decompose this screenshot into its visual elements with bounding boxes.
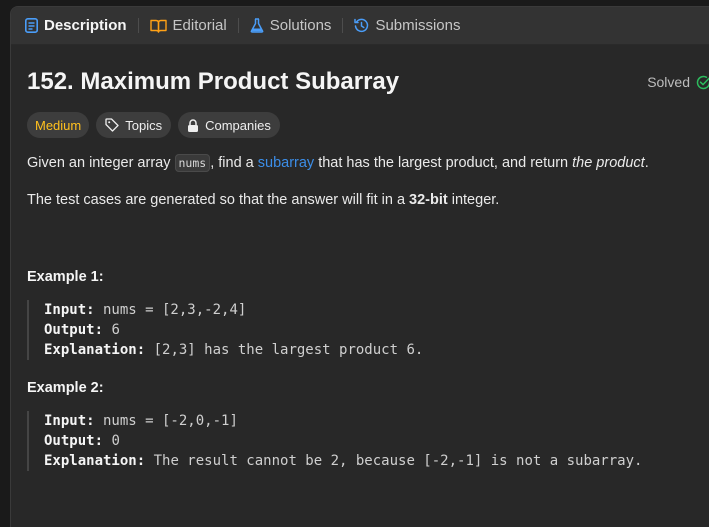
explanation-label: Explanation: — [44, 342, 146, 358]
title-row: 152. Maximum Product Subarray Solved — [27, 60, 709, 104]
input-label: Input: — [44, 413, 95, 429]
tab-divider — [237, 18, 239, 33]
companies-button[interactable]: Companies — [178, 112, 280, 138]
tab-description[interactable]: Description — [23, 7, 129, 44]
example-1-title: Example 1: — [27, 269, 104, 285]
difficulty-badge: Medium — [27, 112, 90, 138]
companies-label: Companies — [205, 117, 271, 133]
inline-code-nums: nums — [174, 154, 211, 172]
output-label: Output: — [44, 433, 104, 449]
input-value: nums = [2,3,-2,4] — [94, 302, 247, 318]
explanation-value: [2,3] has the largest product 6. — [145, 342, 424, 358]
tab-label: Solutions — [269, 17, 332, 34]
solved-label: Solved — [647, 74, 690, 90]
output-value: 6 — [103, 322, 120, 338]
tab-label: Editorial — [172, 17, 227, 34]
solved-status: Solved — [647, 74, 709, 90]
desc-text: , find a — [210, 155, 258, 171]
desc-text: integer. — [447, 192, 500, 208]
example-output: Output: 6 — [44, 320, 709, 340]
example-explanation: Explanation: [2,3] has the largest produ… — [44, 340, 709, 360]
example-1-block: Input: nums = [2,3,-2,4] Output: 6 Expla… — [27, 300, 709, 360]
tab-bar: Description Editorial Solutions Submissi… — [11, 7, 709, 45]
input-label: Input: — [44, 302, 95, 318]
explanation-label: Explanation: — [44, 453, 146, 469]
tag-row: Medium Topics Companies — [27, 112, 709, 138]
example-2-block: Input: nums = [-2,0,-1] Output: 0 Explan… — [27, 411, 709, 471]
flask-icon — [250, 18, 264, 33]
desc-text: that has the largest product, and return — [314, 155, 573, 171]
topics-label: Topics — [125, 117, 163, 133]
description-paragraph: Given an integer array nums, find a suba… — [27, 152, 709, 174]
check-circle-icon — [696, 75, 709, 89]
tab-label: Description — [44, 17, 127, 34]
output-value: 0 — [103, 433, 120, 449]
subarray-link[interactable]: subarray — [258, 155, 314, 171]
tab-solutions[interactable]: Solutions — [248, 7, 334, 44]
tab-editorial[interactable]: Editorial — [148, 7, 229, 44]
tab-divider — [137, 18, 139, 33]
lock-icon — [188, 118, 199, 132]
problem-content: 152. Maximum Product Subarray Solved Med… — [11, 60, 709, 471]
constraint-paragraph: The test cases are generated so that the… — [27, 189, 709, 211]
desc-text: Given an integer array — [27, 155, 175, 171]
desc-strong: 32-bit — [409, 192, 448, 208]
document-icon — [25, 18, 38, 33]
example-input: Input: nums = [2,3,-2,4] — [44, 300, 709, 320]
topics-button[interactable]: Topics — [96, 112, 172, 138]
tag-icon — [105, 118, 119, 132]
example-2-title: Example 2: — [27, 380, 104, 396]
example-input: Input: nums = [-2,0,-1] — [44, 411, 709, 431]
explanation-value: The result cannot be 2, because [-2,-1] … — [145, 453, 643, 469]
desc-text: The test cases are generated so that the… — [27, 192, 410, 208]
book-icon — [149, 19, 167, 33]
desc-emphasis: the product — [572, 155, 645, 171]
input-value: nums = [-2,0,-1] — [94, 413, 238, 429]
example-explanation: Explanation: The result cannot be 2, bec… — [44, 451, 709, 471]
example-output: Output: 0 — [44, 431, 709, 451]
tab-submissions[interactable]: Submissions — [352, 7, 462, 44]
tab-label: Submissions — [375, 17, 461, 34]
desc-text: . — [644, 155, 649, 171]
tab-divider — [342, 18, 344, 33]
history-icon — [354, 18, 369, 33]
page-title[interactable]: 152. Maximum Product Subarray — [27, 68, 399, 96]
problem-panel: Description Editorial Solutions Submissi… — [10, 6, 709, 527]
output-label: Output: — [44, 322, 104, 338]
